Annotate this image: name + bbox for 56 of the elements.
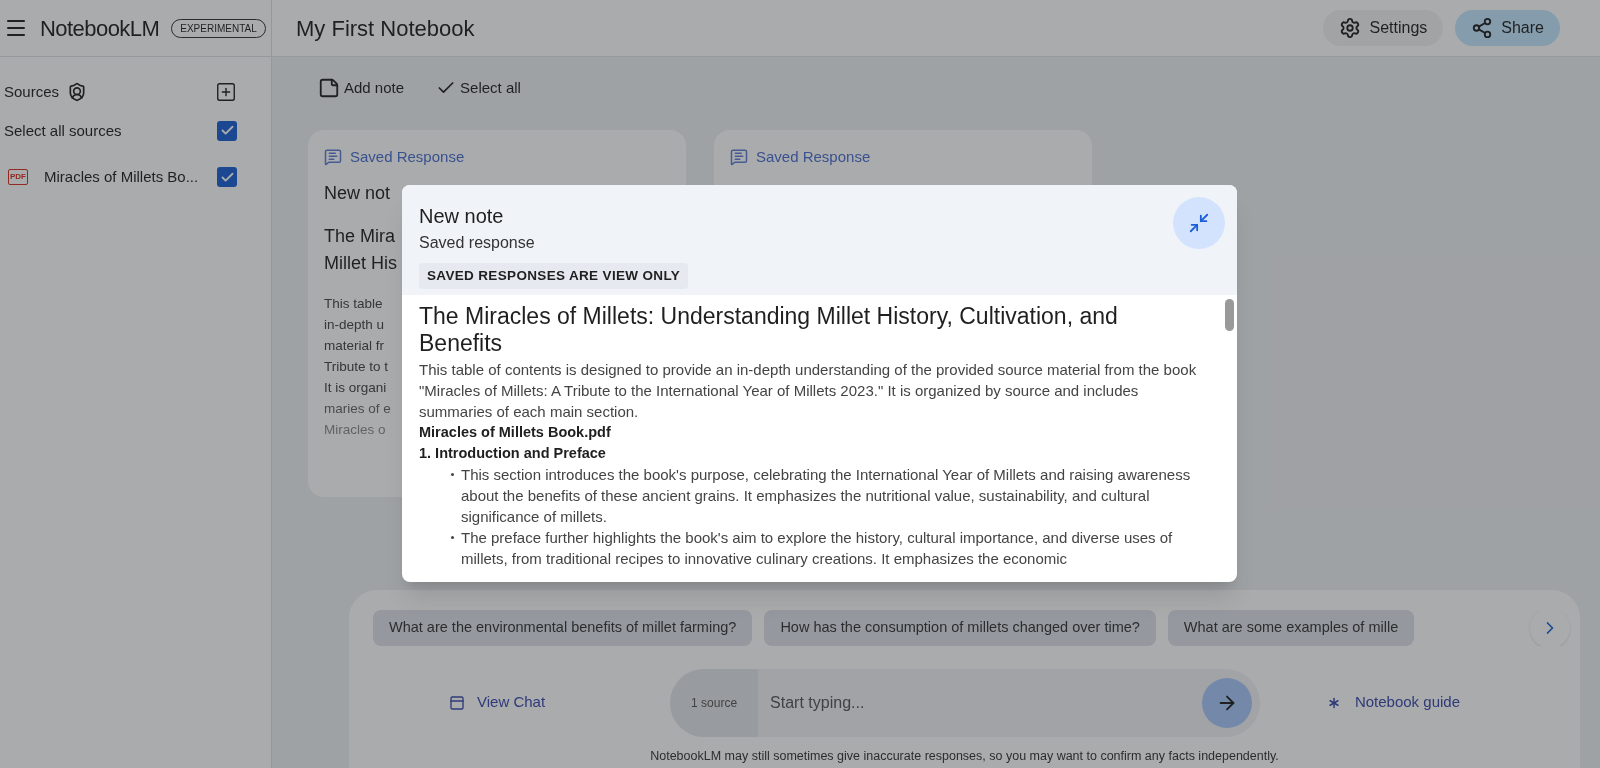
note-title: New not [324,182,391,205]
app-logo: NotebookLM [40,14,160,43]
note-text: Tribute to t [324,358,389,376]
section-heading: 1. Introduction and Preface [419,444,607,464]
suggestion-chip[interactable]: What are some examples of mille [1167,609,1415,646]
note-text: Miracles o [324,421,386,439]
sources-title: Sources [4,82,60,102]
checkbox[interactable] [217,120,237,141]
note-text: material fr [324,337,384,355]
note-icon [318,77,340,100]
share-button[interactable]: Share [1455,10,1560,46]
add-note-button[interactable]: Add note [318,77,405,100]
collapse-icon [1188,212,1210,234]
suggestion-chip[interactable]: How has the consumption of millets changed over time? [764,609,1156,646]
response-intro: This table of contents is designed to provide an in-depth understanding of the provided source material from the book "Miracles of Millets: A Tribute to the International Year of Millets 2023." It is organized by source and includes summaries of each main section. [419,360,1198,423]
note-label: Saved Response [350,146,465,167]
note-label: Saved Response [756,146,871,167]
saved-response-icon [730,147,748,166]
note-text: maries of e [324,400,391,418]
view-only-notice: SAVED RESPONSES ARE VIEW ONLY [419,263,689,290]
note-heading: The Mira [324,225,395,248]
bullet-icon [451,473,454,477]
select-all-button[interactable]: Select all [436,77,521,100]
note-text: It is organi [324,379,387,397]
disclaimer: NotebookLM may still sometimes give inaccurate responses, so you may want to confirm any facts independently. [649,747,1280,765]
chat-input[interactable]: 1 source Start typing... [670,668,1261,737]
notebook-title: My First Notebook [296,14,475,43]
collapse-button[interactable] [1173,197,1225,249]
source-name: Miracles of Millets Book.pdf [419,423,612,443]
saved-response-icon [324,147,342,166]
note-heading: Millet His [324,252,397,275]
send-button[interactable] [1202,677,1253,728]
shield-icon [67,82,88,103]
chat-input-field[interactable]: Start typing... [770,690,1203,715]
view-chat-button[interactable]: View Chat [449,691,546,714]
scrollbar[interactable] [1224,299,1234,332]
suggestion-chip[interactable]: What are the environmental benefits of millet farming? [373,609,753,646]
chat-icon [449,694,465,711]
note-text: in-depth u [324,316,385,334]
select-all-label: Select all sources [4,120,122,141]
dialog-title: New note [419,204,504,229]
add-source-icon[interactable] [215,81,237,104]
share-icon [1471,17,1494,39]
checkbox[interactable] [217,167,237,188]
source-item[interactable]: Miracles of Millets Bo... [44,166,199,189]
bullet-text: The preface further highlights the book's aim to explore the history, cultural importance, and diverse uses of millets, from traditional recipes to innovative culinary creations. It emphasizes the economic [461,528,1174,570]
source-count: 1 source [670,668,759,737]
bullet-icon [451,536,454,540]
response-heading: The Miracles of Millets: Understanding Millet History, Cultivation, and Benefits [419,303,1119,358]
settings-icon [1339,17,1362,39]
settings-button[interactable]: Settings [1323,10,1444,46]
note-text: This table [324,295,383,313]
dialog-subtitle: Saved response [419,233,535,253]
notebook-guide-button[interactable]: Notebook guide [1324,691,1460,714]
bullet-text: This section introduces the book's purpose, celebrating the International Year of Millets and raising awareness about the benefits of these ancient grains. It emphasizes the nutritional value, sustainability, and cultural significance of millets. [461,465,1192,528]
pdf-icon: PDF [8,169,28,186]
